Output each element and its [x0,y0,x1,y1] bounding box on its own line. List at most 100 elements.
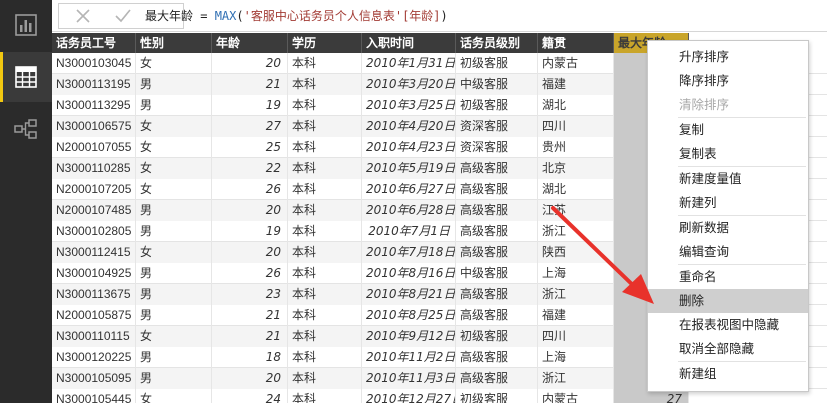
cell-hometown[interactable]: 上海 [538,347,614,368]
menu-item[interactable]: 取消全部隐藏 [648,337,808,361]
cell-education[interactable]: 本科 [288,242,362,263]
cell-age[interactable]: 24 [212,389,288,403]
menu-item[interactable]: 复制 [648,118,808,142]
cell-agent-level[interactable]: 高级客服 [456,368,538,389]
cell-employee-id[interactable]: N3000105095 [52,368,136,389]
cell-hometown[interactable]: 内蒙古 [538,53,614,74]
cell-hire-date[interactable]: 2010年3月25日 [362,95,456,116]
cell-age[interactable]: 18 [212,347,288,368]
cell-employee-id[interactable]: N3000110285 [52,158,136,179]
cell-agent-level[interactable]: 高级客服 [456,221,538,242]
cell-employee-id[interactable]: N2000107205 [52,179,136,200]
cell-employee-id[interactable]: N3000102805 [52,221,136,242]
menu-item[interactable]: 新建度量值 [648,167,808,191]
cell-gender[interactable]: 女 [136,179,212,200]
cell-age[interactable]: 20 [212,368,288,389]
cell-employee-id[interactable]: N3000120225 [52,347,136,368]
cell-hire-date[interactable]: 2010年1月31日 [362,53,456,74]
cell-hire-date[interactable]: 2010年6月27日 [362,179,456,200]
cell-employee-id[interactable]: N2000107485 [52,200,136,221]
cell-age[interactable]: 19 [212,95,288,116]
cell-employee-id[interactable]: N3000113675 [52,284,136,305]
cell-hire-date[interactable]: 2010年8月16日 [362,263,456,284]
menu-item[interactable]: 新建列 [648,191,808,215]
cell-hire-date[interactable]: 2010年7月1日 [362,221,456,242]
cell-age[interactable]: 27 [212,116,288,137]
cell-gender[interactable]: 女 [136,326,212,347]
cell-age[interactable]: 20 [212,53,288,74]
cell-age[interactable]: 22 [212,158,288,179]
menu-item[interactable]: 在报表视图中隐藏 [648,313,808,337]
cell-education[interactable]: 本科 [288,305,362,326]
cell-gender[interactable]: 男 [136,368,212,389]
cell-education[interactable]: 本科 [288,95,362,116]
column-header-age[interactable]: 年龄 [212,33,288,53]
cell-employee-id[interactable]: N2000105875 [52,305,136,326]
cell-hire-date[interactable]: 2010年4月20日 [362,116,456,137]
cell-education[interactable]: 本科 [288,137,362,158]
menu-item[interactable]: 删除 [648,289,808,313]
menu-item[interactable]: 降序排序 [648,69,808,93]
cell-hometown[interactable]: 上海 [538,263,614,284]
cell-education[interactable]: 本科 [288,368,362,389]
cell-agent-level[interactable]: 高级客服 [456,347,538,368]
cell-agent-level[interactable]: 初级客服 [456,95,538,116]
cell-agent-level[interactable]: 资深客服 [456,137,538,158]
cell-education[interactable]: 本科 [288,326,362,347]
column-header-employee-id[interactable]: 话务员工号 [52,33,136,53]
column-header-education[interactable]: 学历 [288,33,362,53]
cell-agent-level[interactable]: 初级客服 [456,389,538,403]
cell-gender[interactable]: 男 [136,305,212,326]
column-header-hire-date[interactable]: 入职时间 [362,33,456,53]
cell-employee-id[interactable]: N3000112415 [52,242,136,263]
cell-education[interactable]: 本科 [288,347,362,368]
menu-item[interactable]: 编辑查询 [648,240,808,264]
cell-education[interactable]: 本科 [288,263,362,284]
cell-education[interactable]: 本科 [288,389,362,403]
cell-agent-level[interactable]: 资深客服 [456,116,538,137]
cell-hometown[interactable]: 浙江 [538,221,614,242]
cell-hometown[interactable]: 浙江 [538,284,614,305]
cell-hire-date[interactable]: 2010年3月20日 [362,74,456,95]
cell-hire-date[interactable]: 2010年11月2日 [362,347,456,368]
menu-item[interactable]: 复制表 [648,142,808,166]
cell-employee-id[interactable]: N3000110115 [52,326,136,347]
cell-gender[interactable]: 男 [136,347,212,368]
commit-formula-button[interactable] [103,4,143,28]
cell-education[interactable]: 本科 [288,116,362,137]
report-view-button[interactable] [0,0,52,50]
cell-employee-id[interactable]: N3000113195 [52,74,136,95]
cell-hometown[interactable]: 江苏 [538,200,614,221]
cell-education[interactable]: 本科 [288,158,362,179]
cell-age[interactable]: 20 [212,200,288,221]
cell-hometown[interactable]: 湖北 [538,95,614,116]
cell-agent-level[interactable]: 初级客服 [456,326,538,347]
cell-age[interactable]: 20 [212,242,288,263]
cell-age[interactable]: 21 [212,74,288,95]
cell-employee-id[interactable]: N3000113295 [52,95,136,116]
cell-hometown[interactable]: 陕西 [538,242,614,263]
cell-hometown[interactable]: 贵州 [538,137,614,158]
cell-employee-id[interactable]: N2000107055 [52,137,136,158]
cell-agent-level[interactable]: 高级客服 [456,305,538,326]
cell-age[interactable]: 21 [212,326,288,347]
cell-employee-id[interactable]: N3000103045 [52,53,136,74]
cell-gender[interactable]: 女 [136,389,212,403]
cell-hire-date[interactable]: 2010年7月18日 [362,242,456,263]
cell-gender[interactable]: 女 [136,158,212,179]
cell-hometown[interactable]: 浙江 [538,368,614,389]
cell-education[interactable]: 本科 [288,221,362,242]
cell-gender[interactable]: 女 [136,242,212,263]
cell-gender[interactable]: 女 [136,116,212,137]
cell-education[interactable]: 本科 [288,179,362,200]
relationship-view-button[interactable] [0,104,52,154]
cell-employee-id[interactable]: N3000105445 [52,389,136,403]
cell-hometown[interactable]: 湖北 [538,179,614,200]
cell-gender[interactable]: 男 [136,200,212,221]
cell-age[interactable]: 23 [212,284,288,305]
cell-hire-date[interactable]: 2010年11月3日 [362,368,456,389]
column-header-agent-level[interactable]: 话务员级别 [456,33,538,53]
cell-hometown[interactable]: 北京 [538,158,614,179]
cell-hire-date[interactable]: 2010年4月23日 [362,137,456,158]
data-view-button[interactable] [0,52,52,102]
